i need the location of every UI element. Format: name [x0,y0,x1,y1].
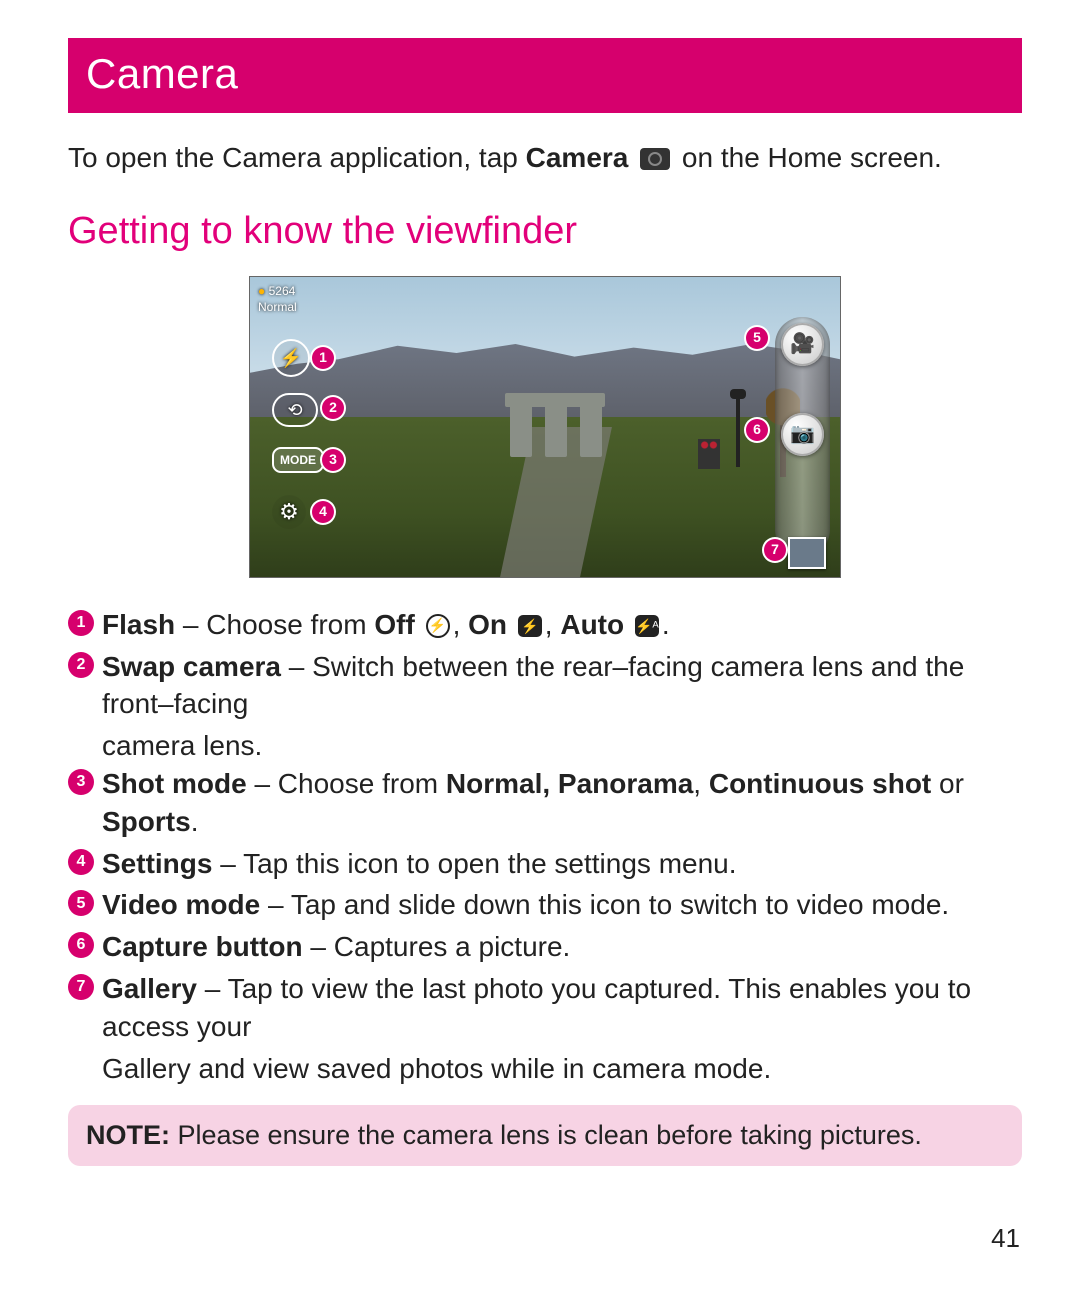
item-body: Swap camera – Switch between the rear–fa… [102,648,1022,724]
item-line: 2 Swap camera – Switch between the rear–f… [68,648,1022,724]
item-text: – Tap to view the last photo you capture… [102,973,971,1042]
gallery-button[interactable] [788,537,826,569]
intro-post: on the Home screen. [682,142,942,173]
item-lead: Gallery [102,973,197,1004]
item-lead: Settings [102,848,212,879]
item-line: 1 Flash – Choose from Off ⚡, On ⚡, Auto ⚡… [68,606,1022,644]
note-box: NOTE: Please ensure the camera lens is c… [68,1105,1022,1165]
item-lead: Swap camera [102,651,281,682]
item-text: – Choose from [247,768,446,799]
side-rail: 🎥 📷 [775,317,830,557]
item-text: – Choose from [175,609,374,640]
flash-icon: ⚡ [518,615,542,637]
page-number: 41 [991,1221,1020,1256]
item-lead: Video mode [102,889,260,920]
flash-off-icon: ⚡ [426,614,450,638]
viewfinder: ● 5264 Normal ⚡ 1 ⟲ 2 MODE 3 ⚙ 4 🎥 📷 5 6… [249,276,841,578]
callout-1: 1 [312,347,334,369]
viewfinder-mode-label: Normal [258,300,297,314]
item-number-badge: 4 [68,849,94,875]
item-text: or [931,768,964,799]
item-bold: Auto [560,609,632,640]
item-number-badge: 5 [68,890,94,916]
intro-pre: To open the Camera application, tap [68,142,526,173]
flash-button[interactable]: ⚡ [272,339,310,377]
item-number-badge: 2 [68,652,94,678]
shot-mode-button[interactable]: MODE [272,447,324,473]
item-body: Settings – Tap this icon to open the set… [102,845,1022,883]
lamp-icon [736,397,740,467]
item-lead: Flash [102,609,175,640]
page-title: Camera [68,38,1022,113]
swap-camera-button[interactable]: ⟲ [272,393,318,427]
people-icon [698,439,720,469]
item-bold: Sports [102,806,191,837]
item-bold: Normal, Panorama [446,768,693,799]
item-bold: Off [374,609,422,640]
item-text: . [191,806,199,837]
note-text: Please ensure the camera lens is clean b… [170,1120,922,1150]
item-subline: Gallery and view saved photos while in c… [102,1050,1022,1088]
item-text: . [662,609,670,640]
callout-descriptions: 1 Flash – Choose from Off ⚡, On ⚡, Auto ⚡… [68,606,1022,1088]
note-label: NOTE: [86,1120,170,1150]
item-line: 7 Gallery – Tap to view the last photo yo… [68,970,1022,1046]
callout-6: 6 [746,419,768,441]
callout-7: 7 [764,539,786,561]
video-mode-button[interactable]: 🎥 [781,323,824,366]
item-number-badge: 6 [68,932,94,958]
item-line: 5 Video mode – Tap and slide down this ic… [68,886,1022,924]
intro-bold: Camera [526,142,629,173]
intro-text: To open the Camera application, tap Came… [68,139,1022,177]
callout-4: 4 [312,501,334,523]
item-body: Shot mode – Choose from Normal, Panorama… [102,765,1022,841]
stone-3 [580,402,602,457]
item-bold: On [468,609,515,640]
stone-1 [510,402,532,457]
item-lead: Shot mode [102,768,247,799]
item-text: , [545,609,561,640]
section-heading: Getting to know the viewfinder [68,206,1022,257]
viewfinder-top-info: ● 5264 Normal [258,283,297,315]
camera-app-icon [640,148,670,170]
callout-2: 2 [322,397,344,419]
item-text: , [693,768,709,799]
item-body: Gallery – Tap to view the last photo you… [102,970,1022,1046]
stone-2 [545,402,567,457]
viewfinder-resolution: 5264 [269,284,296,298]
callout-5: 5 [746,327,768,349]
item-number-badge: 1 [68,610,94,636]
item-text: , [453,609,469,640]
item-body: Video mode – Tap and slide down this ico… [102,886,1022,924]
item-bold: Continuous shot [709,768,931,799]
capture-button[interactable]: 📷 [781,413,824,456]
flash-icon: ⚡ᴬ [635,615,659,637]
item-line: 4 Settings – Tap this icon to open the se… [68,845,1022,883]
item-text: – Tap this icon to open the settings men… [212,848,736,879]
item-subline: camera lens. [102,727,1022,765]
callout-3: 3 [322,449,344,471]
item-text: – Tap and slide down this icon to switch… [260,889,949,920]
item-lead: Capture button [102,931,303,962]
item-number-badge: 7 [68,974,94,1000]
item-line: 3 Shot mode – Choose from Normal, Panoram… [68,765,1022,841]
item-body: Flash – Choose from Off ⚡, On ⚡, Auto ⚡ᴬ… [102,606,1022,644]
settings-button[interactable]: ⚙ [272,495,306,529]
stone-top [505,393,605,407]
item-body: Capture button – Captures a picture. [102,928,1022,966]
item-number-badge: 3 [68,769,94,795]
item-text: – Captures a picture. [303,931,571,962]
item-line: 6 Capture button – Captures a picture. [68,928,1022,966]
